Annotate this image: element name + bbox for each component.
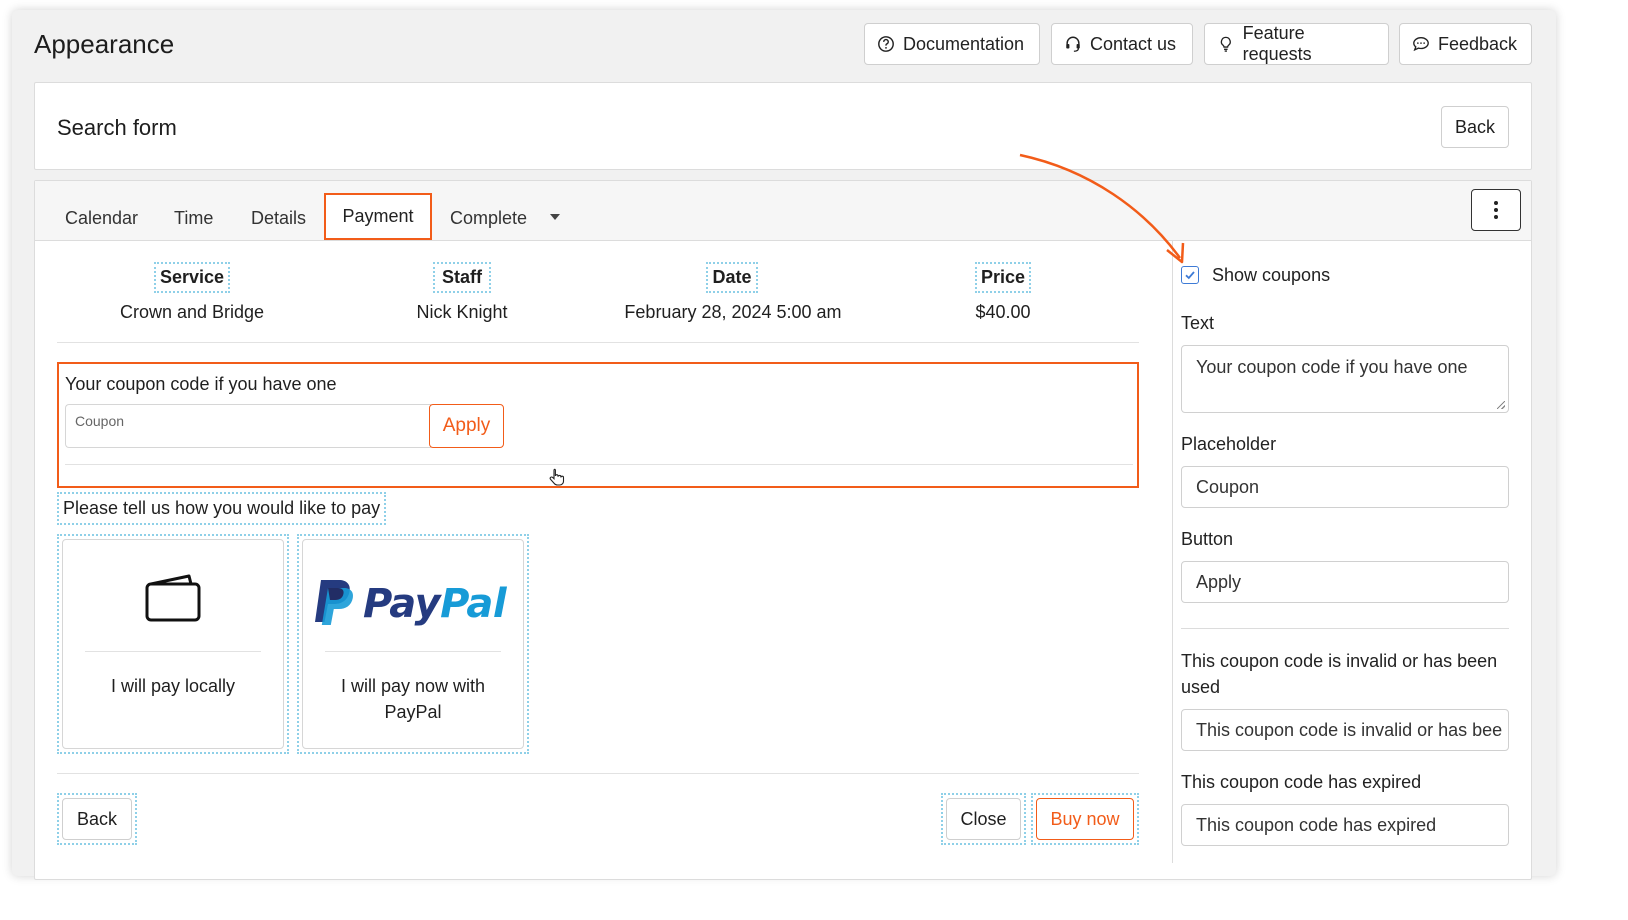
chevron-down-icon[interactable] [550,214,560,220]
contact-us-label: Contact us [1090,33,1177,54]
pay-locally-option[interactable]: I will pay locally [57,534,289,754]
documentation-label: Documentation [903,33,1025,54]
feature-requests-label: Feature requests [1242,23,1312,64]
contact-us-button[interactable]: Contact us [1051,23,1193,65]
summary-value-date: February 28, 2024 5:00 am [624,302,842,322]
feedback-button[interactable]: Feedback [1399,23,1532,65]
coupon-placeholder: Coupon [75,413,125,429]
kebab-menu-icon[interactable] [1471,189,1521,231]
button-text-value: Apply [1196,571,1242,592]
text-label: Text [1181,313,1215,333]
page-title: Appearance [34,29,175,59]
expired-message-label: This coupon code has expired [1181,772,1422,792]
button-text-field[interactable]: Apply [1181,561,1509,603]
summary-value-staff: Nick Knight [416,302,508,322]
pay-paypal-option[interactable]: PayPal I will pay now with PayPal [297,534,529,754]
summary-value-price: $40.00 [975,302,1031,322]
summary-head-date[interactable]: Date [706,262,758,293]
placeholder-value: Coupon [1196,476,1260,497]
search-form-header: Search form Back [34,82,1532,170]
question-circle-icon [878,36,894,52]
card-divider [325,651,501,652]
text-textarea[interactable]: Your coupon code if you have one [1181,345,1509,413]
pay-locally-card[interactable]: I will pay locally [62,539,284,749]
tab-time[interactable]: Time [174,208,213,229]
headset-icon [1066,36,1080,52]
button-label: Button [1181,529,1234,549]
paypal-wordmark: PayPal [363,581,507,627]
chat-bubble-icon [1413,37,1429,52]
summary-value-service: Crown and Bridge [119,302,265,322]
coupon-input[interactable]: Coupon [65,404,431,448]
expired-message-value: This coupon code has expired [1196,814,1437,835]
pay-paypal-label-line2: PayPal [384,702,442,722]
footer-divider [57,773,1139,774]
paypal-p-mark-icon [315,580,354,625]
invalid-message-field[interactable]: This coupon code is invalid or has bee [1181,709,1509,751]
coupon-divider [65,464,1133,465]
show-coupons-label[interactable]: Show coupons [1212,262,1330,288]
settings-divider-h [1181,628,1509,629]
arrow-annotation-icon [1019,153,1185,264]
pay-paypal-card[interactable]: PayPal I will pay now with PayPal [302,539,524,749]
tab-calendar[interactable]: Calendar [65,208,138,229]
coupon-label: Your coupon code if you have one [65,374,337,394]
resize-grip-icon[interactable] [1497,401,1505,409]
checkmark-icon [1185,271,1195,280]
text-value: Your coupon code if you have one [1196,357,1468,377]
card-divider [85,651,261,652]
pay-locally-label: I will pay locally [110,676,236,696]
tab-complete[interactable]: Complete [450,208,527,229]
pay-paypal-label-line1: I will pay now with [340,676,486,696]
expired-message-field[interactable]: This coupon code has expired [1181,804,1509,846]
settings-divider [1172,241,1173,863]
hand-cursor-icon [549,468,565,486]
step-tabs: Calendar Time Details Payment Complete [35,181,1531,241]
feature-requests-button[interactable]: Feature requests [1204,23,1389,65]
tab-payment[interactable]: Payment [324,193,432,240]
invalid-message-value: This coupon code is invalid or has bee [1196,719,1503,740]
documentation-button[interactable]: Documentation [864,23,1040,65]
summary-divider [57,342,1139,343]
back-button[interactable]: Back [1441,106,1509,148]
wallet-icon [145,574,201,622]
lightbulb-icon [1220,36,1231,52]
apply-coupon-button[interactable]: Apply [429,404,504,448]
back-step-button[interactable]: Back [62,798,132,840]
summary-head-service[interactable]: Service [154,262,230,293]
coupon-section[interactable]: Your coupon code if you have one Coupon … [57,362,1139,488]
placeholder-field[interactable]: Coupon [1181,466,1509,508]
buy-now-button[interactable]: Buy now [1036,798,1134,840]
invalid-message-label: This coupon code is invalid or has been … [1181,651,1498,697]
paypal-logo-icon: PayPal [309,576,521,632]
close-button[interactable]: Close [946,798,1021,840]
section-title: Search form [57,115,177,140]
feedback-label: Feedback [1438,33,1518,54]
tab-details[interactable]: Details [251,208,306,229]
payment-title[interactable]: Please tell us how you would like to pay [57,492,387,525]
summary-head-staff[interactable]: Staff [433,262,491,293]
placeholder-label: Placeholder [1181,434,1277,454]
